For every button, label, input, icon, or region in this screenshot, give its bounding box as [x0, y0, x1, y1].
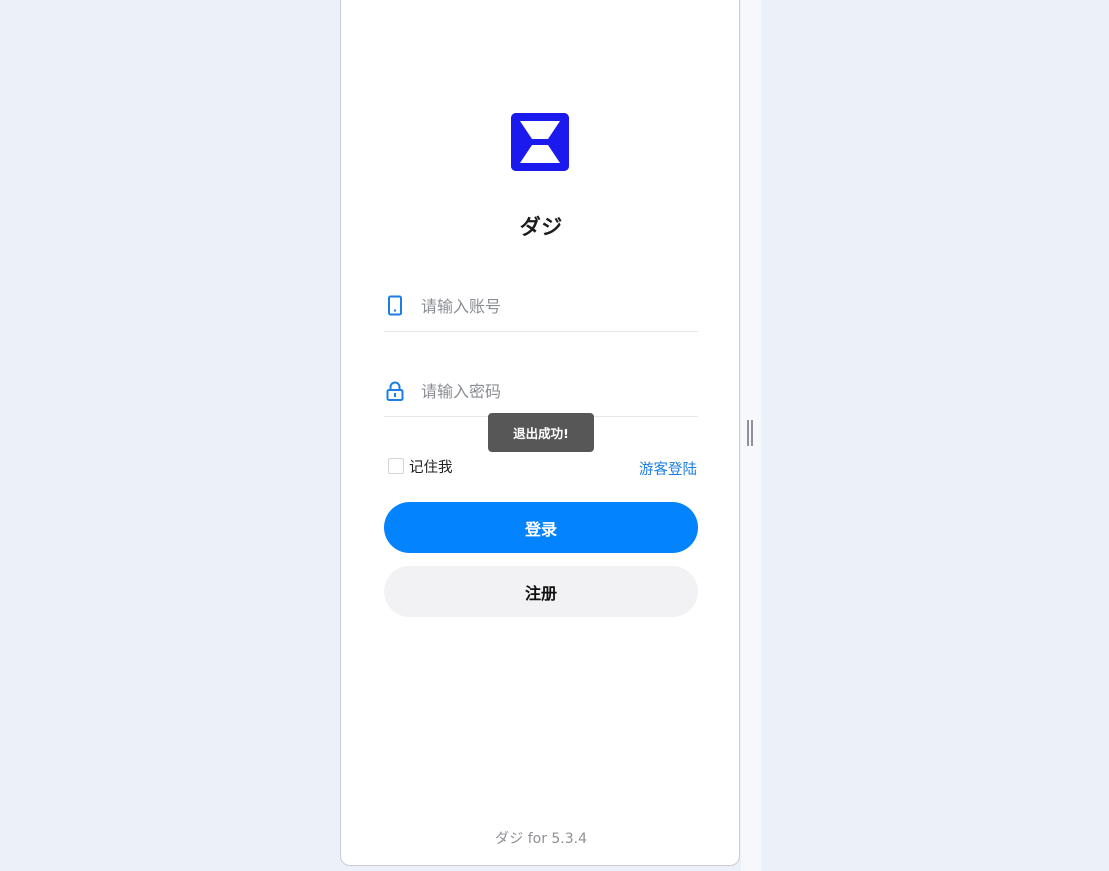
phone-icon	[385, 295, 405, 317]
resize-handle[interactable]	[747, 420, 753, 446]
app-title: ダジ	[519, 215, 563, 239]
lock-icon	[385, 380, 405, 402]
remember-checkbox[interactable]	[388, 458, 404, 474]
password-field[interactable]	[384, 371, 698, 417]
account-field[interactable]	[384, 286, 698, 332]
x-logo-icon	[511, 113, 569, 171]
guest-login-link[interactable]: 游客登陆	[639, 458, 697, 479]
login-button[interactable]: 登录	[384, 502, 698, 553]
register-button[interactable]: 注册	[384, 566, 698, 617]
remember-label: 记住我	[409, 459, 453, 476]
version-footer: ダジ for 5.3.4	[494, 831, 588, 847]
toast-message: 退出成功!	[488, 413, 594, 452]
remember-me[interactable]: 记住我	[388, 457, 453, 476]
account-input[interactable]	[421, 293, 681, 319]
password-input[interactable]	[421, 378, 681, 404]
